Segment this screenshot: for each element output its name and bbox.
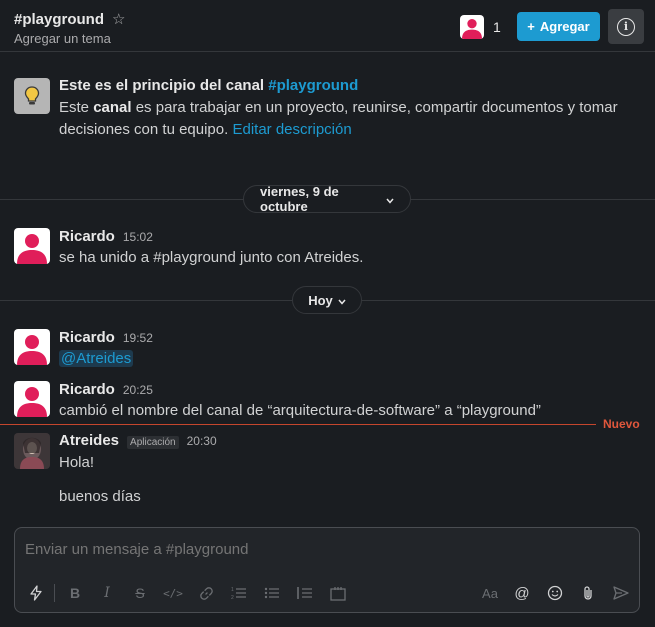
- intro-text-start: Este: [59, 99, 94, 116]
- message-input[interactable]: [25, 541, 625, 558]
- format-text-icon[interactable]: Aa: [480, 584, 500, 602]
- code-block-icon[interactable]: [328, 584, 348, 602]
- message-header: Ricardo 15:02: [59, 228, 153, 245]
- svg-text:1: 1: [231, 587, 234, 593]
- add-button[interactable]: + Agregar: [517, 12, 600, 41]
- intro-channel-link[interactable]: #playground: [268, 77, 358, 94]
- channel-name[interactable]: #playground: [14, 11, 104, 28]
- channel-title[interactable]: #playground ☆: [14, 10, 125, 29]
- message-header: Ricardo 19:52: [59, 329, 153, 346]
- message-timestamp[interactable]: 20:25: [123, 383, 153, 397]
- avatar[interactable]: [14, 381, 50, 417]
- message-header: Atreides Aplicación 20:30: [59, 432, 217, 449]
- member-avatar[interactable]: [460, 15, 484, 39]
- plus-icon: +: [527, 19, 535, 34]
- message-text: se ha unido a #playground junto con Atre…: [59, 249, 364, 266]
- info-icon: i: [617, 17, 635, 36]
- italic-icon[interactable]: I: [97, 584, 117, 602]
- message-timestamp[interactable]: 15:02: [123, 230, 153, 244]
- message-composer: B I S </> 12 Aa @: [14, 527, 640, 613]
- message-text: cambió el nombre del canal de “arquitect…: [59, 402, 541, 419]
- chevron-down-icon: [338, 293, 346, 308]
- avatar[interactable]: [14, 228, 50, 264]
- message-author[interactable]: Ricardo: [59, 381, 115, 398]
- bulleted-list-icon[interactable]: [262, 584, 282, 602]
- message-text: Hola!: [59, 454, 95, 471]
- channel-intro-description: Este canal es para trabajar en un proyec…: [59, 97, 644, 141]
- bold-icon[interactable]: B: [65, 584, 85, 602]
- message-timestamp[interactable]: 19:52: [123, 331, 153, 345]
- channel-details-button[interactable]: i: [608, 9, 644, 44]
- date-jump-button[interactable]: Hoy: [292, 286, 362, 314]
- avatar[interactable]: [14, 433, 50, 469]
- new-messages-label: Nuevo: [603, 417, 640, 431]
- date-jump-button[interactable]: viernes, 9 de octubre: [243, 184, 411, 214]
- member-count[interactable]: 1: [493, 19, 501, 35]
- link-icon[interactable]: [196, 584, 216, 602]
- message-author[interactable]: Ricardo: [59, 329, 115, 346]
- edit-description-link[interactable]: Editar descripción: [232, 121, 351, 138]
- user-mention[interactable]: @Atreides: [59, 350, 134, 367]
- channel-intro-title: Este es el principio del canal #playgrou…: [59, 77, 358, 94]
- code-icon[interactable]: </>: [163, 584, 183, 602]
- channel-header: #playground ☆ Agregar un tema 1 + Agrega…: [0, 0, 655, 52]
- message-author[interactable]: Ricardo: [59, 228, 115, 245]
- emoji-icon[interactable]: [545, 584, 565, 602]
- message-header: Ricardo 20:25: [59, 381, 153, 398]
- add-topic-link[interactable]: Agregar un tema: [14, 31, 111, 46]
- blockquote-icon[interactable]: [295, 584, 315, 602]
- new-messages-divider: [0, 424, 596, 425]
- message-author[interactable]: Atreides: [59, 432, 119, 449]
- strikethrough-icon[interactable]: S: [130, 584, 150, 602]
- date-label: Hoy: [308, 292, 333, 308]
- lightbulb-icon: [14, 78, 50, 114]
- mention-icon[interactable]: @: [512, 584, 532, 602]
- message-timestamp[interactable]: 20:30: [187, 434, 217, 448]
- ordered-list-icon[interactable]: 12: [229, 584, 249, 602]
- intro-text-bold: canal: [93, 99, 132, 116]
- shortcuts-icon[interactable]: [26, 584, 46, 602]
- intro-title-text: Este es el principio del canal: [59, 77, 265, 94]
- send-icon[interactable]: [611, 584, 631, 602]
- message-text: @Atreides: [59, 350, 134, 367]
- svg-text:2: 2: [231, 595, 234, 600]
- star-icon[interactable]: ☆: [112, 10, 125, 28]
- date-label: viernes, 9 de octubre: [260, 184, 339, 214]
- attach-icon[interactable]: [578, 584, 598, 602]
- add-button-label: Agregar: [539, 19, 590, 34]
- message-text: buenos días: [59, 488, 141, 505]
- app-badge: Aplicación: [127, 436, 179, 449]
- avatar[interactable]: [14, 329, 50, 365]
- chevron-down-icon: [386, 192, 394, 207]
- toolbar-divider: [54, 584, 55, 602]
